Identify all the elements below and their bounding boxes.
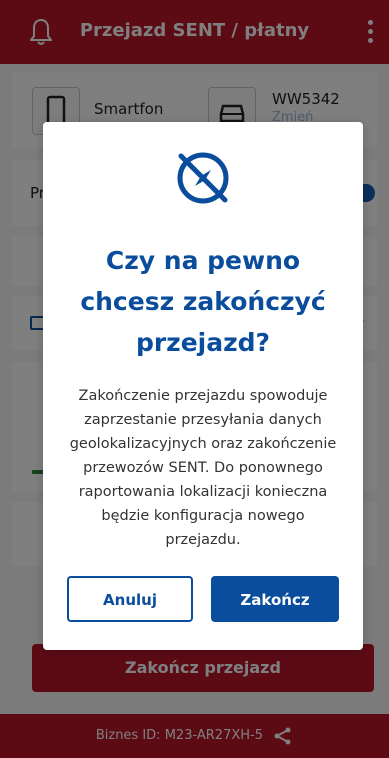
confirm-dialog: Czy na pewno chcesz zakończyć przejazd? …	[43, 122, 363, 650]
dialog-message: Zakończenie przejazdu spowoduje zaprzest…	[69, 388, 337, 548]
confirm-end-button[interactable]: Zakończ	[211, 576, 339, 622]
dialog-title: Czy na pewno chcesz zakończyć przejazd?	[80, 246, 326, 357]
cancel-button[interactable]: Anuluj	[67, 576, 193, 622]
compass-off-icon	[177, 152, 229, 204]
app-screen: Przejazd SENT / płatny Smartfon WW5342 Z…	[0, 0, 389, 758]
